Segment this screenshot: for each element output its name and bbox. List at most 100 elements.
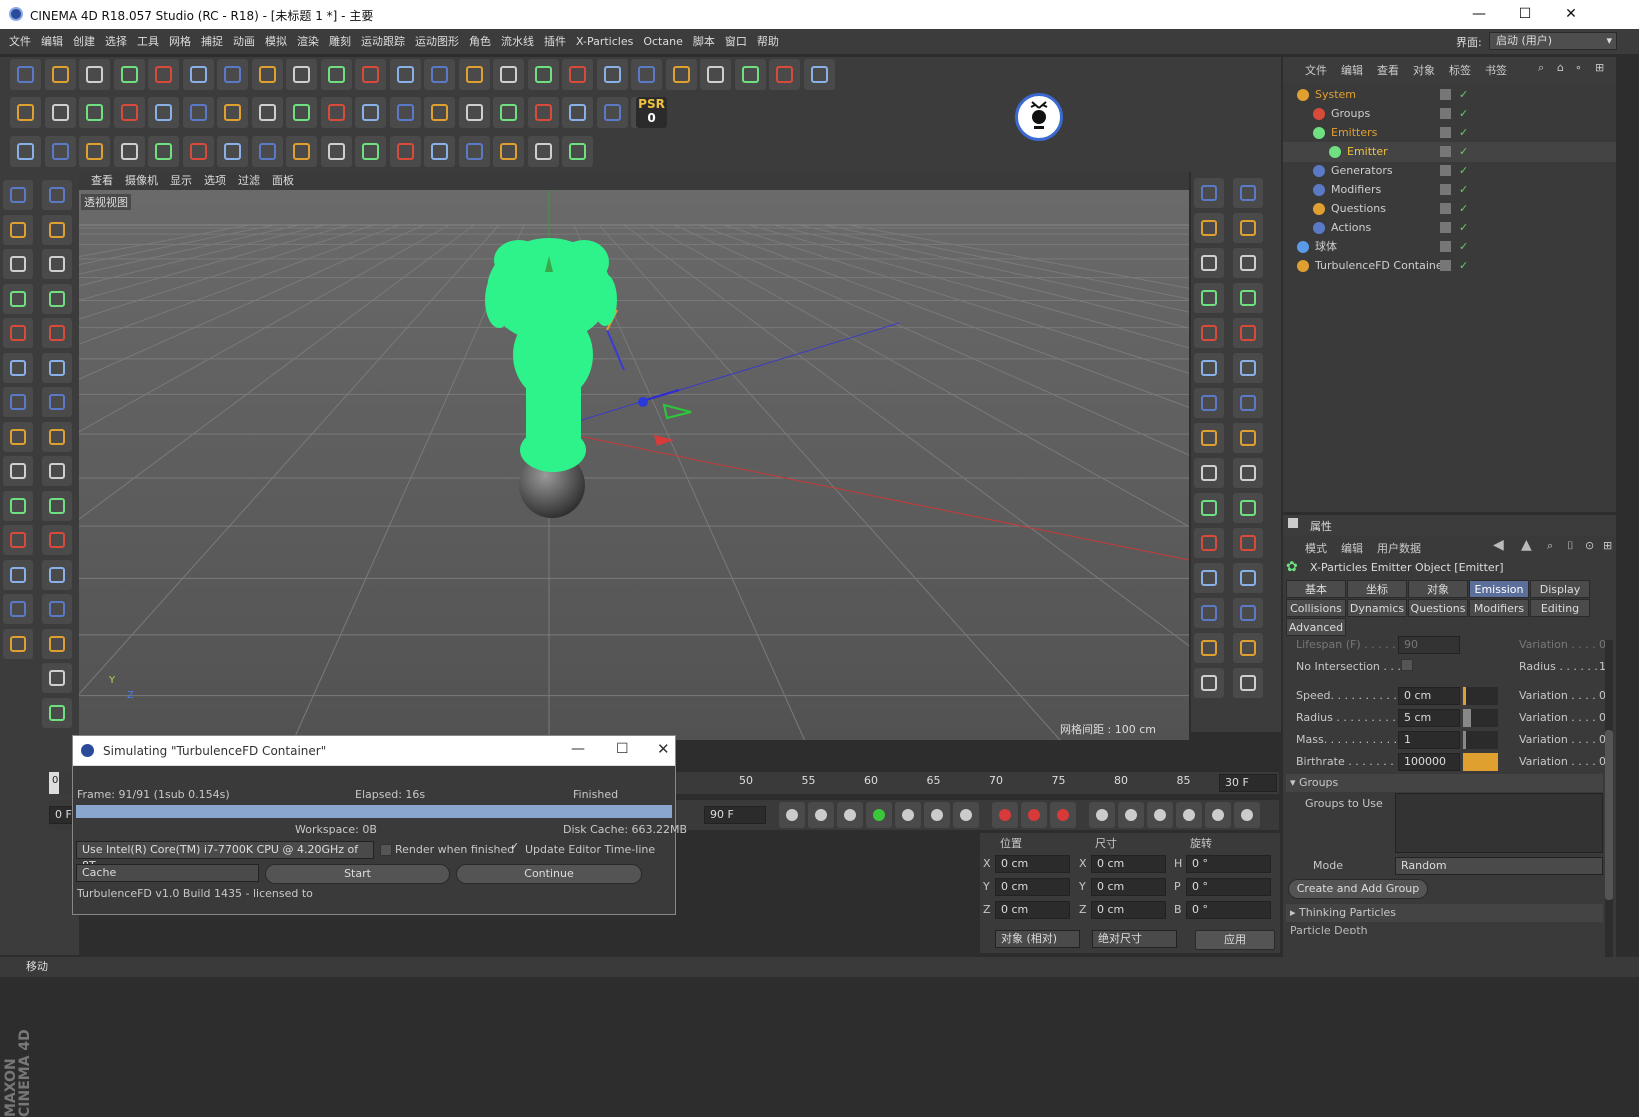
tool-10-icon[interactable]	[42, 525, 72, 555]
groups-to-use-list[interactable]	[1395, 793, 1603, 853]
layer-icon[interactable]	[1440, 89, 1451, 100]
view-3-icon[interactable]	[1194, 283, 1224, 313]
layout-7-icon[interactable]	[1233, 423, 1263, 453]
layout-6-icon[interactable]	[1233, 388, 1263, 418]
object-row[interactable]: Emitters ✓	[1283, 123, 1616, 143]
birthrate-slider[interactable]	[1463, 753, 1498, 771]
text-icon[interactable]	[458, 97, 490, 128]
size-mode-select[interactable]: 绝对尺寸	[1092, 930, 1177, 948]
render-settings-icon[interactable]	[458, 59, 490, 90]
layer-icon[interactable]	[1440, 108, 1451, 119]
python-icon[interactable]	[217, 136, 248, 167]
search-icon[interactable]: ⌕	[1538, 61, 1544, 75]
spline-icon[interactable]	[424, 97, 455, 128]
visibility-check-icon[interactable]: ✓	[1459, 161, 1468, 181]
mode-12-icon[interactable]	[3, 594, 33, 624]
menu-item[interactable]: 工具	[132, 29, 164, 54]
no-intersection-checkbox[interactable]	[1401, 659, 1413, 671]
cluster-icon[interactable]	[286, 136, 317, 167]
tool-13-icon[interactable]	[42, 628, 72, 659]
layer-icon[interactable]	[1440, 241, 1451, 252]
view-5-icon[interactable]	[1194, 353, 1224, 383]
radius-slider[interactable]	[1463, 709, 1498, 727]
select-icon[interactable]	[79, 59, 110, 90]
rotation-field[interactable]: 0 °	[1186, 901, 1271, 919]
end-frame-field[interactable]: 30 F	[1219, 774, 1277, 792]
visibility-check-icon[interactable]: ✓	[1459, 142, 1468, 162]
menu-item[interactable]: 窗口	[720, 29, 752, 54]
menu-item[interactable]: 插件	[539, 29, 571, 54]
mode-2-icon[interactable]	[3, 249, 33, 279]
tool-1-icon[interactable]	[42, 214, 72, 245]
max-frame-field[interactable]: 90 F	[704, 806, 766, 824]
close-button[interactable]: ✕	[657, 740, 670, 758]
pla-key-icon[interactable]	[1205, 802, 1231, 828]
menu-item[interactable]: 捕捉	[196, 29, 228, 54]
fx-icon[interactable]	[596, 97, 628, 128]
tag-icon[interactable]	[251, 136, 283, 167]
timeline-view-icon[interactable]	[1234, 802, 1260, 828]
tool-14-icon[interactable]	[42, 663, 72, 693]
tab-advanced[interactable]: Advanced	[1286, 618, 1346, 636]
tab-display[interactable]: Display	[1530, 580, 1590, 598]
view-14-icon[interactable]	[1194, 668, 1224, 698]
visibility-check-icon[interactable]: ✓	[1459, 123, 1468, 143]
back-arrow-icon[interactable]: ◀	[1493, 537, 1504, 553]
object-row[interactable]: Groups ✓	[1283, 104, 1616, 124]
record-icon[interactable]	[992, 802, 1018, 828]
groups-section-header[interactable]: ▾ Groups	[1286, 774, 1603, 792]
mode-6-icon[interactable]	[3, 387, 33, 417]
y-lock-icon[interactable]	[286, 59, 317, 90]
menu-item[interactable]: 脚本	[688, 29, 720, 54]
visibility-check-icon[interactable]: ✓	[1459, 218, 1468, 238]
menu-item[interactable]: 动画	[228, 29, 260, 54]
menu-item[interactable]: 角色	[464, 29, 496, 54]
scale-key-icon[interactable]	[1118, 802, 1144, 828]
key-help-icon[interactable]	[1050, 802, 1076, 828]
field-icon[interactable]	[562, 136, 593, 167]
tool-2-icon[interactable]	[42, 249, 72, 279]
view-11-icon[interactable]	[1194, 563, 1224, 593]
axis-icon[interactable]	[217, 59, 248, 90]
view-8-icon[interactable]	[1194, 458, 1224, 488]
visibility-check-icon[interactable]: ✓	[1459, 180, 1468, 200]
menu-item[interactable]: 创建	[68, 29, 100, 54]
maximize-button[interactable]: ☐	[616, 741, 629, 757]
menu-item[interactable]: 编辑	[36, 29, 68, 54]
matrix-icon[interactable]	[286, 97, 317, 128]
position-field[interactable]: 0 cm	[995, 901, 1070, 919]
go-start-icon[interactable]	[779, 802, 805, 828]
visibility-check-icon[interactable]: ✓	[1459, 104, 1468, 124]
layer-icon[interactable]	[1440, 184, 1451, 195]
mode-10-icon[interactable]	[3, 525, 33, 555]
visibility-check-icon[interactable]: ✓	[1459, 256, 1468, 276]
attribute-menu-item[interactable]: 编辑	[1341, 542, 1363, 555]
cloner-icon[interactable]	[596, 59, 628, 90]
device-select[interactable]: Use Intel(R) Core(TM) i7-7700K CPU @ 4.2…	[76, 841, 374, 872]
layout-12-icon[interactable]	[1233, 598, 1263, 628]
visibility-check-icon[interactable]: ✓	[1459, 237, 1468, 257]
camera-icon[interactable]	[700, 59, 731, 90]
menu-item[interactable]: 运动跟踪	[356, 29, 410, 54]
birthrate-field[interactable]: 100000	[1398, 753, 1460, 771]
tool-9-icon[interactable]	[42, 490, 72, 521]
layout-14-icon[interactable]	[1233, 668, 1263, 698]
position-field[interactable]: 0 cm	[995, 855, 1070, 873]
object-menu-item[interactable]: 对象	[1413, 64, 1435, 77]
node-icon[interactable]	[389, 136, 421, 167]
floor-icon[interactable]	[665, 59, 697, 90]
menu-item[interactable]: 选择	[100, 29, 132, 54]
drag-icon[interactable]	[458, 136, 490, 167]
speed-slider[interactable]	[1463, 687, 1498, 705]
edges-icon[interactable]	[44, 97, 76, 128]
auto-key-icon[interactable]	[1021, 802, 1047, 828]
viewport-menu-item[interactable]: 面板	[272, 172, 294, 190]
visibility-check-icon[interactable]: ✓	[1459, 199, 1468, 219]
x-lock-icon[interactable]	[251, 59, 283, 90]
object-row[interactable]: Modifiers ✓	[1283, 180, 1616, 200]
play-icon[interactable]	[866, 802, 892, 828]
tab-emission[interactable]: Emission	[1469, 580, 1529, 598]
render-icon[interactable]	[424, 59, 455, 90]
tab-对象[interactable]: 对象	[1408, 580, 1468, 598]
particle-depth-section[interactable]: Particle Depth	[1286, 924, 1603, 934]
